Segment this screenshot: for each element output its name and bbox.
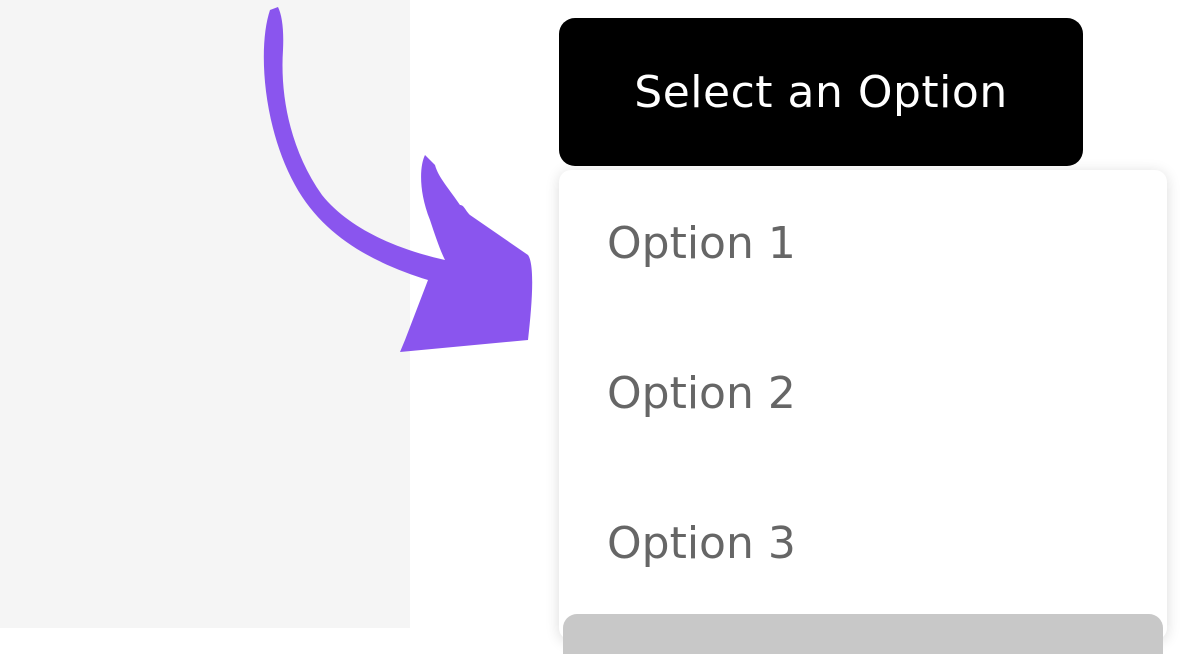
select-option-button[interactable]: Select an Option xyxy=(559,18,1083,166)
highlighted-dropdown-item[interactable] xyxy=(563,614,1163,654)
curved-arrow-icon xyxy=(263,7,533,352)
dropdown-menu: Option 1 Option 2 Option 3 xyxy=(559,170,1167,654)
dropdown-item-option-2[interactable]: Option 2 xyxy=(607,372,796,416)
dropdown-item-option-1[interactable]: Option 1 xyxy=(607,222,796,266)
dropdown-item-option-3[interactable]: Option 3 xyxy=(607,522,796,566)
